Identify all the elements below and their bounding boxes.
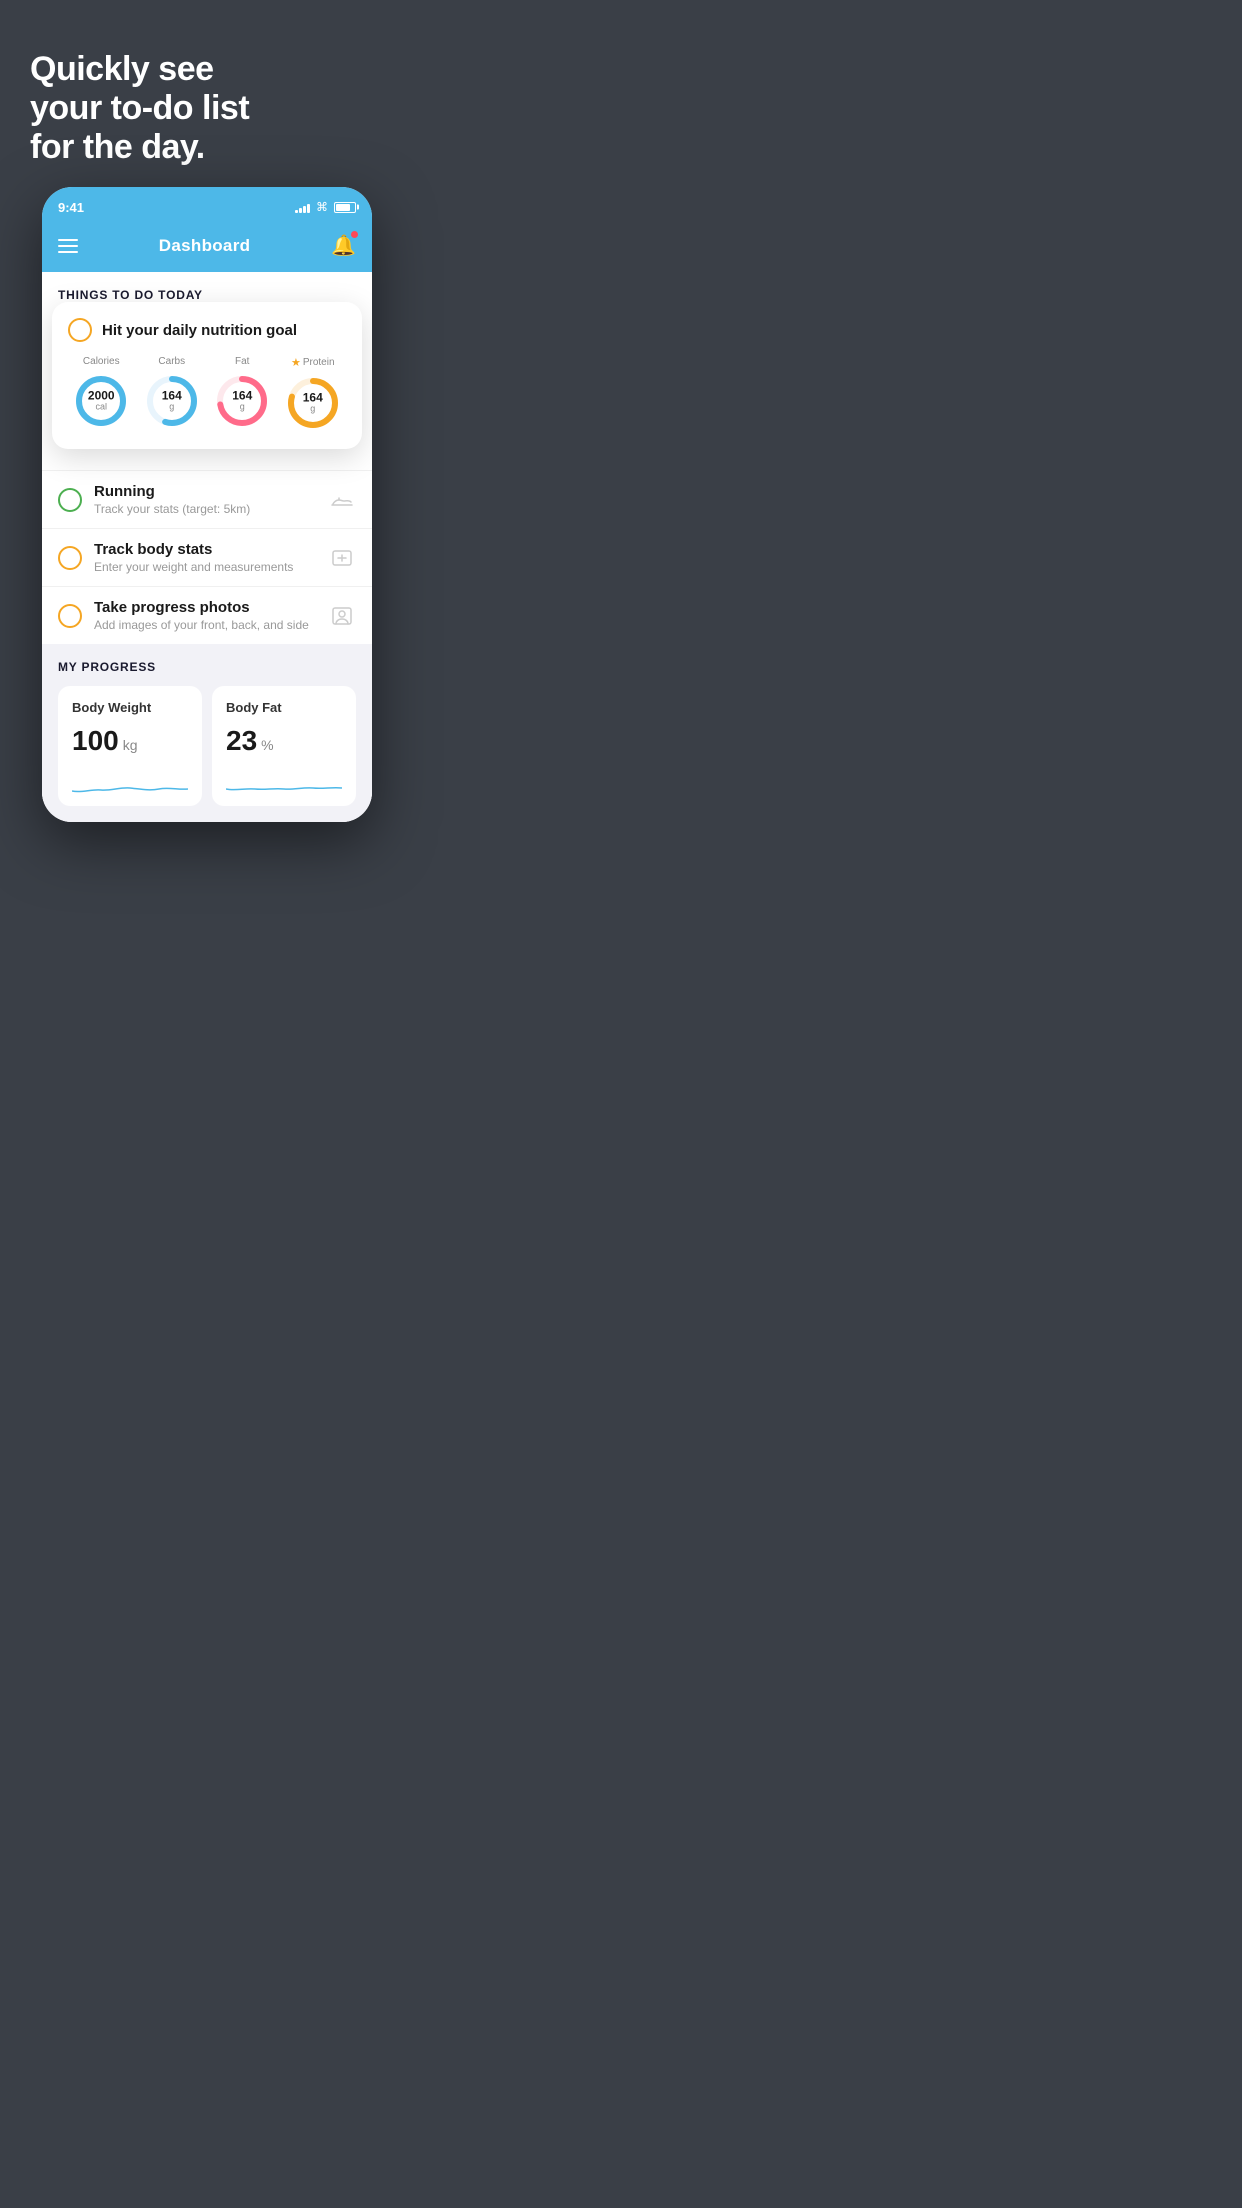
todo-running-subtitle: Track your stats (target: 5km) [94,502,316,516]
weight-unit: kg [123,737,138,753]
todo-photos-title: Take progress photos [94,599,316,616]
carbs-donut: 164 g [142,371,202,431]
app-title: Dashboard [159,236,251,256]
todo-item-body-stats[interactable]: Track body stats Enter your weight and m… [42,528,372,586]
weight-card-value: 100 kg [72,725,188,757]
todo-circle-stats[interactable] [58,546,82,570]
bodyfat-card-value: 23 % [226,725,342,757]
carbs-value: 164 g [162,390,182,413]
calories-donut: 2000 cal [71,371,131,431]
fat-donut: 164 g [212,371,272,431]
star-icon: ★ [291,356,301,369]
nutrition-card: Hit your daily nutrition goal Calories 2… [52,302,362,449]
todo-photos-content: Take progress photos Add images of your … [94,599,316,632]
hamburger-menu-icon[interactable] [58,239,78,253]
todo-running-content: Running Track your stats (target: 5km) [94,483,316,516]
hero-title: Quickly see your to-do list for the day. [30,50,384,167]
todo-circle-photos[interactable] [58,604,82,628]
status-bar: 9:41 ⌘ [42,187,372,223]
bodyfat-unit: % [261,737,273,753]
scale-icon [328,544,356,572]
bodyfat-number: 23 [226,725,257,757]
notification-dot [351,231,358,238]
status-time: 9:41 [58,200,84,215]
bodyfat-card-title: Body Fat [226,700,342,715]
phone-mockup: 9:41 ⌘ Dashboard 🔔 [42,187,372,822]
todo-item-running[interactable]: Running Track your stats (target: 5km) [42,470,372,528]
nutrition-protein: ★ Protein 164 g [283,356,343,433]
bodyfat-sparkline [226,771,342,801]
calories-value: 2000 cal [88,390,115,413]
battery-icon [334,202,356,213]
nutrition-carbs: Carbs 164 g [142,356,202,431]
signal-icon [295,202,310,213]
weight-sparkline [72,771,188,801]
app-header: Dashboard 🔔 [42,223,372,272]
todo-stats-content: Track body stats Enter your weight and m… [94,541,316,574]
calories-label: Calories [83,356,120,367]
todo-stats-subtitle: Enter your weight and measurements [94,560,316,574]
progress-card-weight[interactable]: Body Weight 100 kg [58,686,202,806]
protein-donut: 164 g [283,373,343,433]
task-label-nutrition: Hit your daily nutrition goal [102,322,297,339]
todo-stats-title: Track body stats [94,541,316,558]
person-photo-icon [328,602,356,630]
carbs-label: Carbs [158,356,185,367]
card-task-row: Hit your daily nutrition goal [68,318,346,342]
todo-list: Running Track your stats (target: 5km) T… [42,470,372,644]
todo-photos-subtitle: Add images of your front, back, and side [94,618,316,632]
todo-item-photos[interactable]: Take progress photos Add images of your … [42,586,372,644]
weight-number: 100 [72,725,119,757]
progress-section: MY PROGRESS Body Weight 100 kg Body Fat [42,644,372,822]
fat-label: Fat [235,356,249,367]
running-shoe-icon [328,486,356,514]
todo-section-title: THINGS TO DO TODAY [58,288,203,302]
status-icons: ⌘ [295,200,356,214]
app-content: THINGS TO DO TODAY Hit your daily nutrit… [42,272,372,822]
weight-card-title: Body Weight [72,700,188,715]
protein-value: 164 g [303,392,323,415]
nutrition-grid: Calories 2000 cal Carbs [68,356,346,433]
progress-cards: Body Weight 100 kg Body Fat 23 % [58,686,356,822]
progress-card-bodyfat[interactable]: Body Fat 23 % [212,686,356,806]
nutrition-fat: Fat 164 g [212,356,272,431]
task-circle-nutrition[interactable] [68,318,92,342]
todo-running-title: Running [94,483,316,500]
notification-bell-icon[interactable]: 🔔 [331,233,356,258]
todo-circle-running[interactable] [58,488,82,512]
protein-label: ★ Protein [291,356,335,369]
progress-section-title: MY PROGRESS [58,660,356,674]
hero-section: Quickly see your to-do list for the day. [0,0,414,187]
wifi-icon: ⌘ [316,200,328,214]
nutrition-calories: Calories 2000 cal [71,356,131,431]
fat-value: 164 g [232,390,252,413]
